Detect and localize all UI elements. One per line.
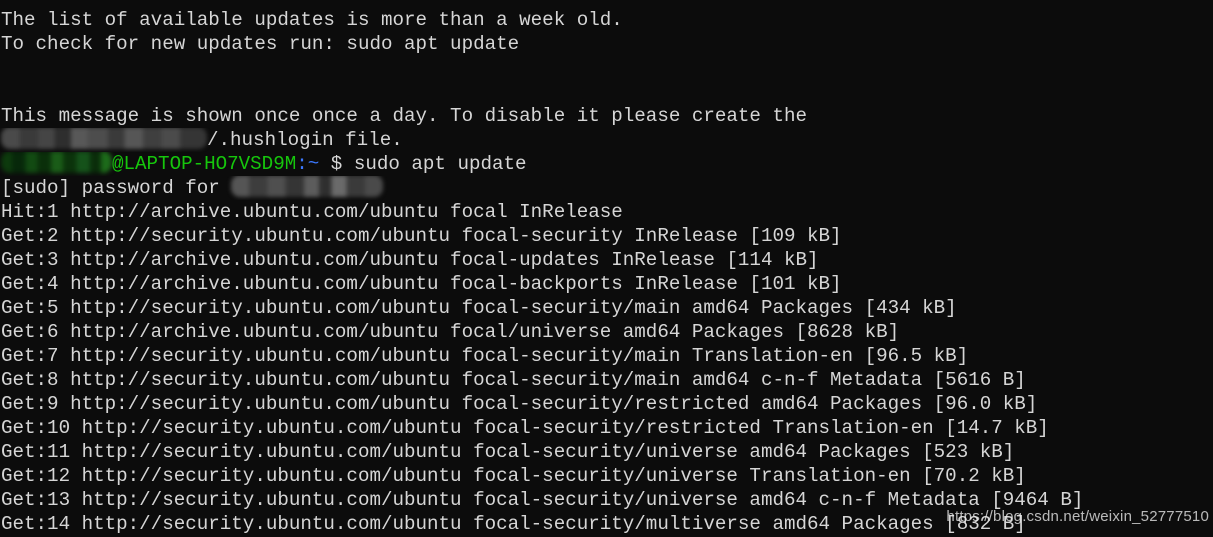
motd-line-check-command: To check for new updates run: sudo apt u… [1, 33, 520, 55]
motd-line-updates-age: The list of available updates is more th… [1, 9, 623, 31]
apt-output-line: Hit:1 http://archive.ubuntu.com/ubuntu f… [1, 201, 623, 223]
apt-output-line: Get:10 http://security.ubuntu.com/ubuntu… [1, 417, 1049, 439]
shell-prompt-line[interactable]: @LAPTOP-HO7VSD9M:~ $ sudo apt update [0, 152, 1213, 176]
apt-output-line: Get:3 http://archive.ubuntu.com/ubuntu f… [1, 249, 819, 271]
redacted-username [1, 152, 112, 173]
apt-output-line: Get:14 http://security.ubuntu.com/ubuntu… [1, 513, 1026, 535]
motd-line-disable-hint: This message is shown once once a day. T… [1, 105, 808, 127]
sudo-prompt-prefix: [sudo] password for [1, 177, 232, 199]
prompt-colon: : [296, 153, 308, 175]
terminal-screen[interactable]: The list of available updates is more th… [0, 0, 1213, 536]
redacted-sudo-username [231, 176, 384, 197]
apt-output-line: Get:2 http://security.ubuntu.com/ubuntu … [1, 225, 842, 247]
apt-output-line: Get:9 http://security.ubuntu.com/ubuntu … [1, 393, 1038, 415]
prompt-cwd: ~ [307, 153, 320, 175]
motd-line-hushlogin-path: /.hushlogin file. [0, 128, 1213, 152]
redacted-home-path [1, 128, 207, 149]
terminal-window[interactable]: The list of available updates is more th… [0, 0, 1213, 537]
apt-output-line: Get:6 http://archive.ubuntu.com/ubuntu f… [1, 321, 900, 343]
apt-output-line: Get:11 http://security.ubuntu.com/ubuntu… [1, 441, 1015, 463]
apt-output-line: Get:7 http://security.ubuntu.com/ubuntu … [1, 345, 969, 367]
apt-output-line: Get:8 http://security.ubuntu.com/ubuntu … [1, 369, 1026, 391]
apt-output-line: Get:5 http://security.ubuntu.com/ubuntu … [1, 297, 957, 319]
hushlogin-suffix-text: /.hushlogin file. [207, 129, 403, 151]
prompt-sigil: $ [330, 153, 343, 175]
prompt-sigil-and-command: $ sudo apt update [319, 153, 527, 175]
apt-output-line: Get:12 http://security.ubuntu.com/ubuntu… [1, 465, 1026, 487]
prompt-command: sudo apt update [353, 153, 527, 175]
apt-output-line: Get:4 http://archive.ubuntu.com/ubuntu f… [1, 273, 842, 295]
apt-output-line: Get:13 http://security.ubuntu.com/ubuntu… [1, 489, 1084, 511]
prompt-host: @LAPTOP-HO7VSD9M [112, 153, 297, 175]
sudo-password-prompt[interactable]: [sudo] password for [0, 176, 1213, 200]
